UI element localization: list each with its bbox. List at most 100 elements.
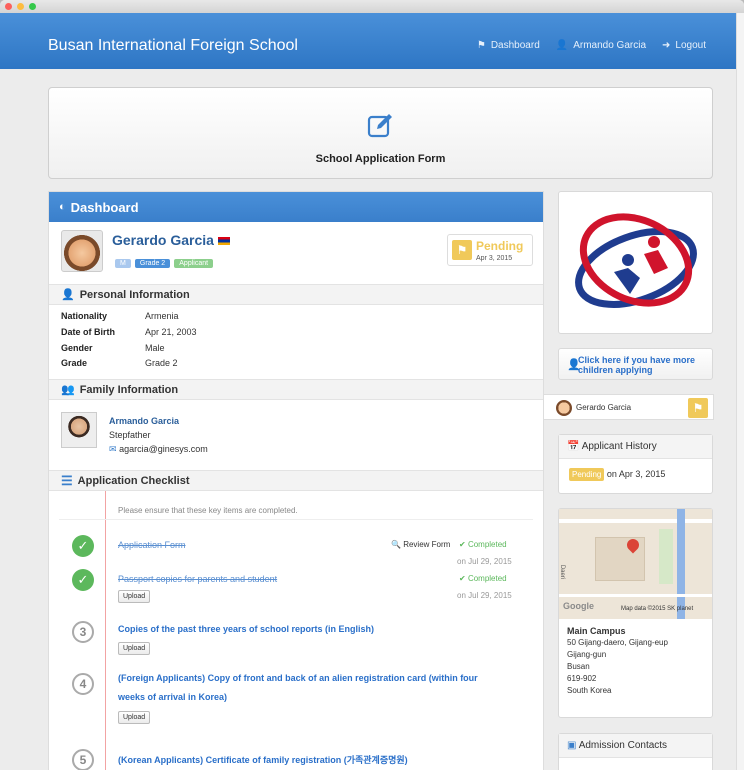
status-card: ⚑ Pending Apr 3, 2015: [447, 234, 533, 266]
student-summary: Gerardo Garcia M Grade 2 Applicant ⚑ Pen…: [49, 222, 543, 284]
top-navbar: Busan International Foreign School ⚑ Dash…: [0, 13, 744, 69]
contacts-title: Admission Contacts: [578, 740, 668, 751]
address-line: 619-902: [567, 674, 597, 683]
envelope-icon: ✉: [109, 444, 117, 454]
address-line: Busan: [567, 662, 590, 671]
admission-contacts-card: ▣ Admission Contacts: [558, 733, 713, 770]
status-label: Pending: [476, 239, 524, 253]
campus-title: Main Campus: [567, 626, 626, 636]
status-date: Apr 3, 2015: [476, 255, 513, 262]
flag-icon: ⚑: [476, 40, 486, 51]
close-window-button[interactable]: [5, 3, 12, 10]
margin-line: [105, 491, 106, 770]
nav-user-link[interactable]: 👤 Armando Garcia: [556, 40, 646, 51]
more-children-button[interactable]: 👤 Click here if you have more children a…: [558, 348, 713, 380]
users-icon: 👥: [61, 384, 75, 396]
parent-relation: Stepfather: [109, 430, 151, 440]
history-badge: Pending: [569, 468, 605, 481]
nationality-label: Nationality: [61, 311, 108, 321]
item-title[interactable]: Passport copies for parents and student: [118, 574, 277, 584]
upload-button[interactable]: Upload: [118, 590, 151, 603]
completed-label: Completed: [467, 540, 507, 549]
dob-value: Apr 21, 2003: [145, 326, 197, 337]
nav-logout-link[interactable]: ➜ Logout: [662, 40, 706, 51]
more-children-label: Click here if you have more children app…: [578, 355, 696, 375]
pending-flag-icon: ⚑: [452, 240, 472, 260]
nav-dashboard-link[interactable]: ⚑ Dashboard: [477, 40, 540, 51]
campus-card: Daeri Google Map data ©2015 SK planet Ma…: [558, 508, 713, 718]
address-line: Gijang-gun: [567, 650, 607, 659]
parent-email: agarcia@ginesys.com: [119, 444, 208, 454]
brand-title[interactable]: Busan International Foreign School: [48, 37, 298, 55]
nav-user-label: Armando Garcia: [573, 40, 647, 51]
item-title-continued[interactable]: weeks of arrival in Korea): [118, 692, 227, 702]
item-title[interactable]: (Korean Applicants) Certificate of famil…: [118, 753, 408, 766]
child-tab[interactable]: Gerardo Garcia ⚑: [544, 394, 714, 420]
item-title[interactable]: (Foreign Applicants) Copy of front and b…: [118, 673, 478, 683]
zoom-window-button[interactable]: [29, 3, 36, 10]
step-number-icon: 3: [72, 621, 94, 643]
completed-label: Completed: [467, 574, 507, 583]
parent-email-row[interactable]: ✉ agarcia@ginesys.com: [109, 442, 208, 456]
applicant-history-card: 📅 Applicant History Pending on Apr 3, 20…: [558, 434, 713, 494]
checklist-intro: Please ensure that these key items are c…: [118, 506, 298, 515]
nav-logout-label: Logout: [675, 40, 706, 51]
gender-label: Gender: [61, 342, 93, 353]
user-icon: 👤: [555, 40, 569, 51]
address-line: South Korea: [567, 686, 612, 695]
pending-flag-icon: ⚑: [688, 398, 708, 418]
dob-label: Date of Birth: [61, 326, 115, 337]
review-form-label: Review Form: [403, 540, 451, 549]
check-circle-icon: ✓: [72, 569, 94, 591]
grade-value: Grade 2: [145, 358, 178, 369]
completed-date: on Jul 29, 2015: [457, 557, 512, 566]
map-credit: Map data ©2015 SK planet: [621, 606, 694, 612]
step-number-icon: 4: [72, 673, 94, 695]
minimize-window-button[interactable]: [17, 3, 24, 10]
gender-value: Male: [145, 342, 165, 353]
upload-button[interactable]: Upload: [118, 642, 151, 655]
review-form-link[interactable]: 🔍 Review Form: [391, 540, 450, 549]
upload-button[interactable]: Upload: [118, 711, 151, 724]
child-avatar: [556, 400, 572, 416]
child-name: Gerardo Garcia: [576, 403, 632, 412]
family-info-title: Family Information: [79, 383, 179, 396]
completed-status: ✔ Completed: [459, 574, 507, 583]
item-title[interactable]: Application Form: [118, 540, 186, 550]
edit-icon: [367, 114, 392, 138]
calendar-icon: 📅: [567, 441, 580, 452]
armenia-flag-icon: [217, 237, 230, 246]
applicant-tag: Applicant: [174, 259, 214, 268]
dashboard-icon: ◐: [59, 201, 66, 213]
dashboard-title: Dashboard: [70, 199, 139, 215]
address-line: 50 Gijang-daero, Gijang-eup: [567, 638, 668, 647]
personal-info-header: 👤 Personal Information: [49, 284, 543, 305]
completed-date: on Jul 29, 2015: [457, 591, 512, 600]
checklist-body: Please ensure that these key items are c…: [49, 491, 543, 770]
dashboard-header: ◐ Dashboard: [49, 192, 543, 222]
logout-icon: ➜: [662, 40, 671, 51]
history-text: on Apr 3, 2015: [606, 469, 666, 479]
step-number-icon: 5: [72, 749, 94, 770]
check-circle-icon: ✓: [72, 535, 94, 557]
grade-tag: Grade 2: [134, 259, 171, 268]
student-name: Gerardo Garcia: [112, 232, 214, 248]
nav-dashboard-label: Dashboard: [490, 40, 540, 51]
map-google-label: Google: [563, 601, 594, 611]
form-title: School Application Form: [315, 153, 446, 165]
item-title[interactable]: Copies of the past three years of school…: [118, 624, 374, 634]
family-info-header: 👥 Family Information: [49, 379, 543, 400]
campus-map[interactable]: Daeri Google Map data ©2015 SK planet: [559, 509, 712, 619]
gender-tag: M: [115, 259, 131, 268]
completed-status: ✔ Completed: [459, 540, 507, 549]
map-street-label: Daeri: [559, 564, 566, 580]
list-icon: ☰: [61, 472, 73, 488]
scrollbar-track[interactable]: [736, 13, 744, 770]
personal-info-title: Personal Information: [79, 288, 190, 301]
nationality-value: Armenia: [145, 311, 179, 321]
history-title: Applicant History: [581, 441, 657, 452]
contact-card-icon: ▣: [567, 740, 577, 751]
search-icon: 🔍: [391, 540, 401, 549]
parent-name: Armando Garcia: [109, 416, 180, 426]
dashboard-panel: ◐ Dashboard Gerardo Garcia M Grade 2 App…: [48, 191, 544, 770]
